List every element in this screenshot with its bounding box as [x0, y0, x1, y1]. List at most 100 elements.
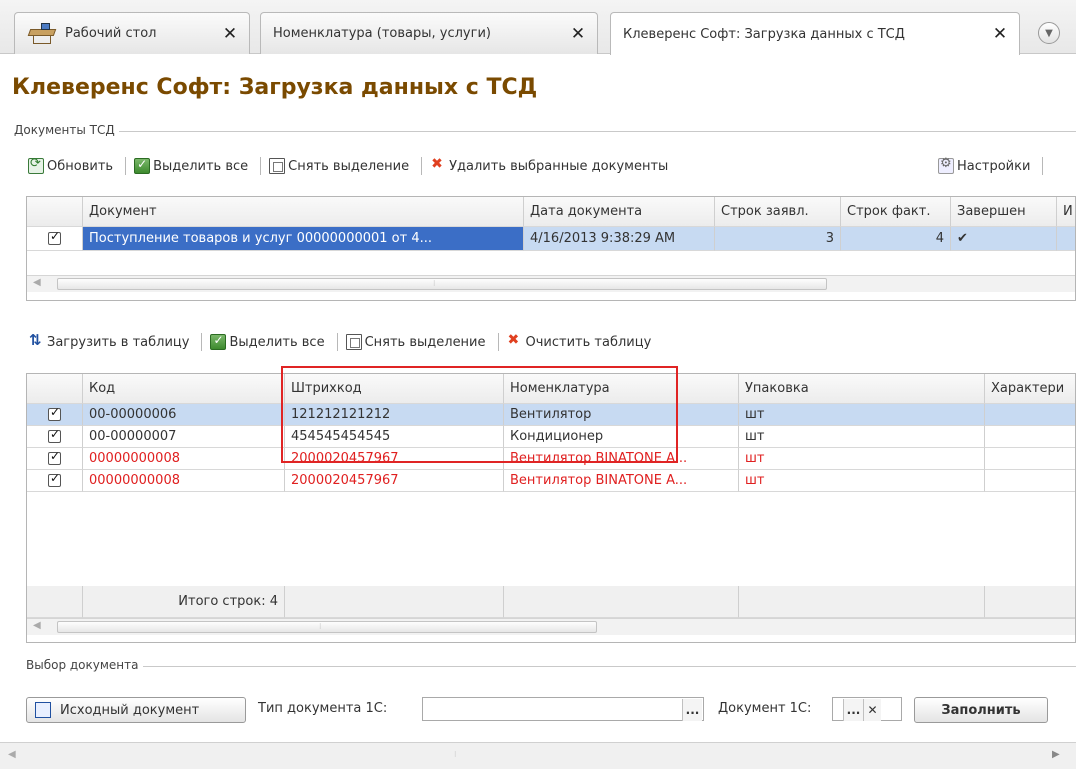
- tab-nomenclature[interactable]: Номенклатура (товары, услуги) ✕: [260, 12, 598, 54]
- header-lines-actual[interactable]: Строк факт.: [841, 197, 951, 227]
- clear-table-button[interactable]: Очистить таблицу: [505, 332, 658, 350]
- cell-characteristic[interactable]: [985, 448, 1075, 470]
- items-deselect-button[interactable]: Снять выделение: [344, 334, 492, 350]
- cell-package[interactable]: шт: [739, 404, 985, 426]
- checkbox[interactable]: [48, 427, 61, 443]
- select-all-button[interactable]: Выделить все: [132, 157, 254, 174]
- header-barcode[interactable]: Штрихкод: [285, 374, 504, 404]
- grid-footer: Итого строк: 4: [27, 586, 1075, 618]
- header-package[interactable]: Упаковка: [739, 374, 985, 404]
- header-completed[interactable]: Завершен: [951, 197, 1057, 227]
- gear-icon: [938, 156, 954, 174]
- scroll-left-icon[interactable]: ◀: [8, 749, 16, 760]
- clear-label: Очистить таблицу: [525, 334, 652, 350]
- tab-desktop[interactable]: Рабочий стол ✕: [14, 12, 250, 54]
- cell-document[interactable]: Поступление товаров и услуг 00000000001 …: [83, 227, 524, 251]
- table-row[interactable]: 00-00000007 454545454545 Кондиционер шт: [27, 426, 1075, 448]
- doc-1c-field[interactable]: ... ✕: [832, 697, 902, 721]
- cell-characteristic[interactable]: [985, 426, 1075, 448]
- scroll-left-icon[interactable]: ◀: [33, 277, 41, 288]
- tabs-menu-icon[interactable]: ▼: [1038, 22, 1060, 44]
- cell-package[interactable]: шт: [739, 470, 985, 492]
- load-to-table-button[interactable]: Загрузить в таблицу: [26, 331, 195, 350]
- cell-lines-actual[interactable]: 4: [841, 227, 951, 251]
- cell-code[interactable]: 00000000008: [83, 448, 285, 470]
- row-checkbox[interactable]: [27, 426, 83, 448]
- cell-lines-declared[interactable]: 3: [715, 227, 841, 251]
- table-row[interactable]: Поступление товаров и услуг 00000000001 …: [27, 227, 1075, 251]
- cell-nomenclature[interactable]: Вентилятор: [504, 404, 739, 426]
- scrollbar-thumb[interactable]: [57, 621, 597, 633]
- horizontal-scrollbar[interactable]: ◀ ⁝: [27, 275, 1075, 292]
- tab-data-loading[interactable]: Клеверенс Софт: Загрузка данных с ТСД ✕: [610, 12, 1020, 55]
- close-icon[interactable]: ✕: [221, 24, 239, 44]
- select-type-button[interactable]: ...: [682, 699, 702, 721]
- table-row[interactable]: 00-00000006 121212121212 Вентилятор шт: [27, 404, 1075, 426]
- settings-button[interactable]: Настройки: [936, 156, 1036, 174]
- table-row[interactable]: 00000000008 2000020457967 Вентилятор BIN…: [27, 448, 1075, 470]
- documents-grid: Документ Дата документа Строк заявл. Стр…: [26, 196, 1076, 301]
- header-characteristic[interactable]: Характери: [985, 374, 1075, 404]
- cell-barcode[interactable]: 2000020457967: [285, 448, 504, 470]
- scroll-right-icon[interactable]: ▶: [1052, 749, 1060, 760]
- header-document[interactable]: Документ: [83, 197, 524, 227]
- scroll-left-icon[interactable]: ◀: [33, 620, 41, 631]
- refresh-button[interactable]: Обновить: [26, 156, 119, 174]
- row-checkbox[interactable]: [27, 227, 83, 251]
- cell-barcode[interactable]: 2000020457967: [285, 470, 504, 492]
- delete-icon: [430, 156, 446, 174]
- header-lines-declared[interactable]: Строк заявл.: [715, 197, 841, 227]
- cell-completed[interactable]: ✔: [951, 227, 1057, 251]
- header-date[interactable]: Дата документа: [524, 197, 715, 227]
- cell-extra[interactable]: ✔: [1057, 227, 1075, 251]
- fill-button[interactable]: Заполнить: [914, 697, 1048, 723]
- cell-nomenclature[interactable]: Вентилятор BINATONE A...: [504, 470, 739, 492]
- row-checkbox[interactable]: [27, 470, 83, 492]
- scrollbar-thumb[interactable]: [57, 278, 827, 290]
- items-select-all-button[interactable]: Выделить все: [208, 333, 330, 350]
- source-document-button[interactable]: Исходный документ: [26, 697, 246, 723]
- cell-package[interactable]: шт: [739, 426, 985, 448]
- header-code[interactable]: Код: [83, 374, 285, 404]
- cell-code[interactable]: 00-00000006: [83, 404, 285, 426]
- cell-nomenclature[interactable]: Кондиционер: [504, 426, 739, 448]
- cell-package[interactable]: шт: [739, 448, 985, 470]
- delete-selected-button[interactable]: Удалить выбранные документы: [428, 156, 674, 174]
- select-all-icon: [210, 333, 227, 350]
- cell-code[interactable]: 00-00000007: [83, 426, 285, 448]
- refresh-label: Обновить: [47, 158, 114, 174]
- tab-label: Номенклатура (товары, услуги): [273, 26, 491, 41]
- cell-code[interactable]: 00000000008: [83, 470, 285, 492]
- checkbox[interactable]: [48, 229, 61, 245]
- group-divider: [14, 131, 1076, 132]
- deselect-button[interactable]: Снять выделение: [267, 158, 415, 174]
- bottom-scrollbar[interactable]: ◀ ⁝ ▶: [0, 742, 1076, 769]
- cell-barcode[interactable]: 454545454545: [285, 426, 504, 448]
- row-checkbox[interactable]: [27, 404, 83, 426]
- delete-label: Удалить выбранные документы: [449, 158, 669, 174]
- header-extra[interactable]: И: [1057, 197, 1075, 227]
- close-icon[interactable]: ✕: [569, 24, 587, 44]
- toolbar-separator: [421, 157, 423, 175]
- cell-characteristic[interactable]: [985, 404, 1075, 426]
- page-title: Клеверенс Софт: Загрузка данных с ТСД: [12, 75, 538, 100]
- cell-barcode[interactable]: 121212121212: [285, 404, 504, 426]
- cell-date[interactable]: 4/16/2013 9:38:29 AM: [524, 227, 715, 251]
- deselect-icon: [269, 158, 286, 174]
- select-all-label: Выделить все: [153, 158, 249, 174]
- row-checkbox[interactable]: [27, 448, 83, 470]
- refresh-icon: [28, 156, 44, 174]
- close-icon[interactable]: ✕: [991, 24, 1009, 44]
- doc-type-field[interactable]: ...: [422, 697, 704, 721]
- checkbox[interactable]: [48, 471, 61, 487]
- horizontal-scrollbar[interactable]: ◀ ⁝: [27, 618, 1075, 635]
- cell-characteristic[interactable]: [985, 470, 1075, 492]
- checkbox[interactable]: [48, 449, 61, 465]
- checkbox[interactable]: [48, 405, 61, 421]
- table-row[interactable]: 00000000008 2000020457967 Вентилятор BIN…: [27, 470, 1075, 492]
- header-nomenclature[interactable]: Номенклатура: [504, 374, 739, 404]
- clear-doc-button[interactable]: ✕: [863, 699, 881, 721]
- total-rows: Итого строк: 4: [83, 586, 285, 618]
- select-doc-button[interactable]: ...: [843, 699, 863, 721]
- cell-nomenclature[interactable]: Вентилятор BINATONE A...: [504, 448, 739, 470]
